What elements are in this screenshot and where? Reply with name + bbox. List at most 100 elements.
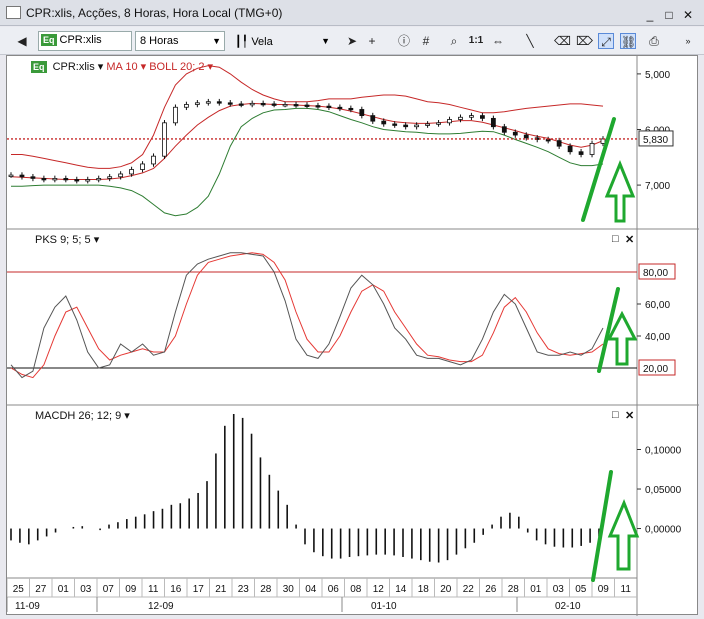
dropdown-arrow-icon[interactable]: ▾ <box>138 61 150 73</box>
legend-macdh[interactable]: MACDH 26; 12; 9 <box>35 410 121 422</box>
date-day-label: 06 <box>328 584 340 595</box>
chart-svg: 7,0006,0005,0005,83080,0020,0060,0040,00… <box>6 56 699 616</box>
close-button[interactable]: ✕ <box>682 9 694 21</box>
print-icon[interactable]: ⎙ <box>646 33 662 49</box>
more-icon[interactable]: » <box>680 33 696 49</box>
candle-body <box>107 176 113 179</box>
candle-body <box>260 102 266 106</box>
trendline-icon[interactable]: ╲ <box>522 33 538 49</box>
grid-icon[interactable]: # <box>418 33 434 49</box>
candle-body <box>52 178 58 181</box>
pane-close-icon[interactable]: ✕ <box>625 233 634 246</box>
candle-body <box>480 115 485 119</box>
title-bar: CPR:xlis, Acções, 8 Horas, Hora Local (T… <box>0 0 704 26</box>
date-day-label: 07 <box>103 584 115 595</box>
date-day-label: 22 <box>463 584 475 595</box>
autoscale-icon[interactable]: ⤢ <box>598 33 614 49</box>
dropdown-arrow-icon[interactable]: ▾ <box>204 61 214 73</box>
eraser-icon[interactable]: ⌫ <box>554 33 571 49</box>
candle-body <box>578 151 584 155</box>
date-day-label: 23 <box>238 584 250 595</box>
pane-close-icon[interactable]: ✕ <box>625 409 634 422</box>
chevron-down-icon: ▼ <box>212 36 221 46</box>
macd-tick-label: 0,05000 <box>645 485 682 496</box>
candle-body <box>118 173 124 178</box>
date-day-label: 05 <box>575 584 587 595</box>
chart-app-icon <box>6 6 21 19</box>
candle-body <box>436 122 441 125</box>
legend-ma[interactable]: MA 10 <box>106 61 137 73</box>
date-day-label: 03 <box>80 584 92 595</box>
chart-style-value: Vela <box>251 36 273 48</box>
macd-tick-label: 0,10000 <box>645 446 682 457</box>
pane-maximize-icon[interactable]: □ <box>612 233 619 245</box>
date-day-label: 21 <box>215 584 227 595</box>
annotation-slash <box>591 470 613 582</box>
date-day-label: 11 <box>148 584 159 595</box>
pan-icon[interactable]: ⇔ <box>490 33 506 49</box>
symbol-value: CPR:xlis <box>59 34 102 46</box>
symbol-input[interactable]: Eq CPR:xlis <box>38 31 132 51</box>
date-month-label: 01-10 <box>371 601 397 612</box>
boll-upper-line <box>11 65 604 169</box>
eraser-all-icon[interactable]: ⌦ <box>576 33 593 49</box>
chart-area[interactable]: 7,0006,0005,0005,83080,0020,0060,0040,00… <box>6 55 699 616</box>
candle-body <box>370 115 376 122</box>
annotation-arrow <box>607 499 640 571</box>
dropdown-arrow-icon[interactable]: ▾ <box>95 61 107 73</box>
candle-body <box>63 178 69 181</box>
candle-body <box>184 104 189 108</box>
toolbar-back-icon[interactable]: ◀ <box>14 33 30 49</box>
date-day-label: 18 <box>418 584 430 595</box>
dropdown-arrow-icon[interactable]: ▾ <box>91 234 100 246</box>
date-day-label: 11 <box>621 584 632 595</box>
candle-body <box>326 105 332 109</box>
legend-pks[interactable]: PKS 9; 5; 5 <box>35 234 91 246</box>
date-day-label: 26 <box>485 584 497 595</box>
candle-body <box>490 117 496 128</box>
annotation-slash <box>581 117 616 222</box>
interval-select[interactable]: 8 Horas ▼ <box>135 31 225 51</box>
date-day-label: 01 <box>530 584 542 595</box>
date-day-label: 27 <box>35 584 47 595</box>
info-icon[interactable]: ⓘ <box>396 33 412 49</box>
candle-body <box>392 123 398 126</box>
candle-body <box>556 140 562 147</box>
pane-maximize-icon[interactable]: □ <box>612 409 619 421</box>
date-month-label: 12-09 <box>148 601 174 612</box>
pks-legend: PKS 9; 5; 5 ▾ <box>35 233 99 246</box>
minimize-button[interactable]: _ <box>644 9 656 21</box>
price-tick-label: 7,000 <box>645 181 670 192</box>
cursor-icon[interactable]: ➤ <box>344 33 360 49</box>
candle-body <box>129 169 134 175</box>
macd-legend: MACDH 26; 12; 9 ▾ <box>35 409 130 422</box>
candle-body <box>447 119 452 124</box>
price-tick-label: 5,000 <box>645 70 670 81</box>
dropdown-arrow-icon[interactable]: ▾ <box>121 410 130 422</box>
legend-boll[interactable]: BOLL 20; 2 <box>149 61 204 73</box>
candle-body <box>469 115 474 118</box>
candle-body <box>96 178 102 181</box>
date-day-label: 20 <box>440 584 452 595</box>
candle-body <box>414 124 420 128</box>
candle-body <box>227 102 233 105</box>
actual-size-icon[interactable]: 1:1 <box>468 33 484 49</box>
date-day-label: 30 <box>283 584 295 595</box>
annotation-arrow <box>604 160 636 223</box>
candle-body <box>151 155 156 165</box>
candle-body <box>501 126 507 133</box>
price-legend: Eq CPR:xlis ▾ MA 10 ▾ BOLL 20; 2 ▾ <box>29 59 213 73</box>
chevron-down-icon: ▼ <box>321 36 330 46</box>
candle-body <box>205 101 211 104</box>
link-icon[interactable]: ⛓ <box>620 33 636 49</box>
zoom-icon[interactable]: ⌕ <box>446 33 462 49</box>
equity-badge: Eq <box>31 61 47 73</box>
chart-style-select[interactable]: ┃╿ Vela ▼ <box>230 31 334 51</box>
candle-body <box>512 131 518 136</box>
candle-body <box>403 124 409 128</box>
date-day-label: 16 <box>170 584 182 595</box>
maximize-button[interactable]: □ <box>663 9 675 21</box>
candle-body <box>381 120 387 125</box>
candle-body <box>74 179 80 182</box>
crosshair-icon[interactable]: + <box>364 33 380 49</box>
